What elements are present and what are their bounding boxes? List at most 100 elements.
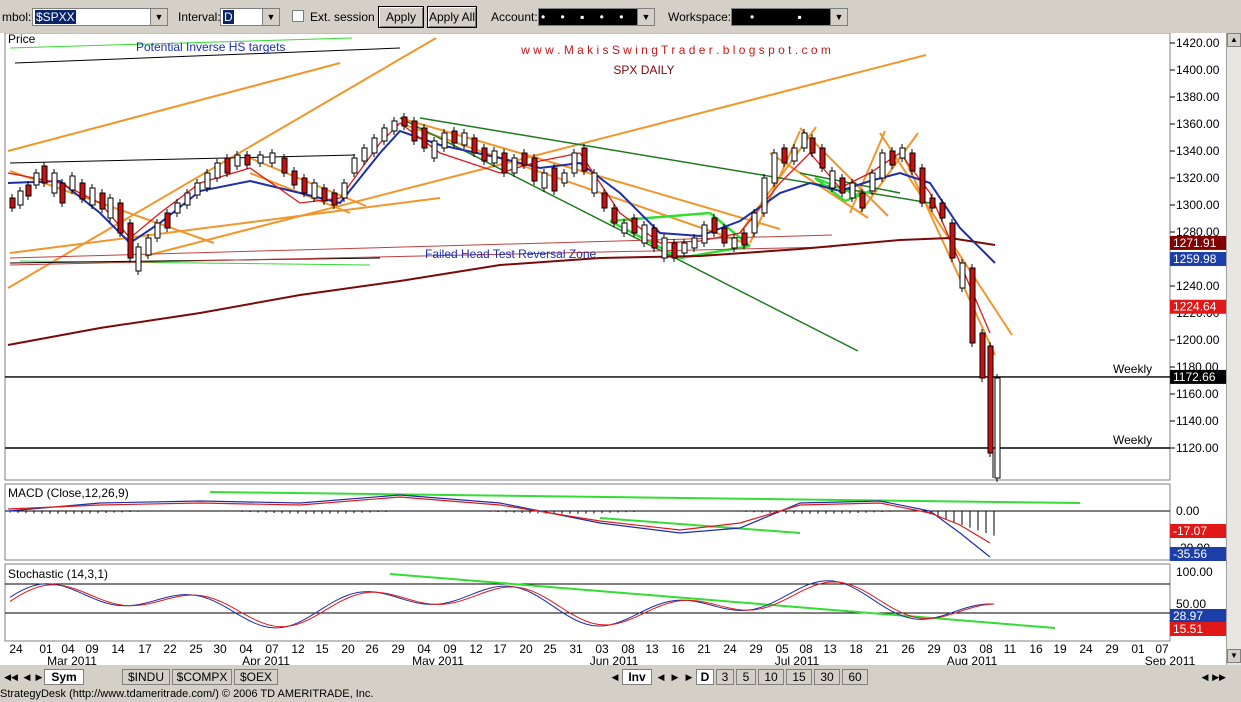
account-value[interactable]: • • ▪ • • [541, 9, 629, 25]
apply-button[interactable]: Apply [378, 6, 424, 28]
prev-icon[interactable]: ◀ [1198, 669, 1212, 685]
candle [341, 182, 348, 199]
candle [801, 132, 808, 149]
date-tick-label: 22 [163, 642, 177, 656]
stoch-badge: 15.51 [1173, 622, 1203, 636]
chart-area[interactable]: 1420.00 1400.00 1380.00 1360.00 1340.00 1320.… [0, 32, 1241, 668]
candle [929, 197, 936, 209]
macd-badge: -35.56 [1173, 547, 1207, 561]
candle [204, 172, 211, 189]
next-icon[interactable]: ▶▶ [1212, 669, 1226, 685]
next-icon[interactable]: ▶ [682, 669, 696, 685]
stochastic-panel[interactable] [4, 563, 1171, 642]
candle [59, 182, 66, 204]
candle [481, 147, 488, 162]
candle [281, 157, 288, 174]
scroll-down-icon[interactable]: ▼ [1227, 649, 1241, 663]
candle [979, 332, 986, 379]
interval-combo[interactable]: D ▼ [220, 8, 280, 26]
first-tab-icon[interactable]: ◀◀ [4, 669, 18, 685]
candle [234, 154, 241, 167]
next-icon[interactable]: ▶ [668, 669, 682, 685]
candle [174, 202, 181, 214]
account-label: Account: [491, 10, 538, 24]
candle [849, 182, 856, 199]
candle [401, 116, 408, 127]
tab-sym[interactable]: Sym [44, 669, 84, 685]
candle [879, 152, 886, 179]
candle [17, 190, 24, 206]
macd-panel[interactable] [4, 483, 1171, 561]
chevron-down-icon[interactable]: ▼ [830, 9, 847, 25]
candle [25, 184, 32, 197]
vertical-scrollbar[interactable]: ▲ ▼ [1226, 33, 1241, 665]
price-tick-label: 1140.00 [1176, 414, 1219, 428]
tab-interval-5[interactable]: 5 [736, 669, 756, 685]
tab-indu[interactable]: $INDU [122, 669, 170, 685]
chart-subtitle: SPX DAILY [613, 63, 674, 77]
tab-interval-15[interactable]: 15 [786, 669, 812, 685]
candle [491, 150, 498, 164]
account-combo[interactable]: • • ▪ • • ▼ [538, 8, 655, 26]
candle [994, 377, 1001, 479]
date-tick-label: 26 [365, 642, 379, 656]
candle [99, 192, 106, 210]
date-tick-label: 13 [823, 642, 837, 656]
candle [371, 137, 378, 154]
candle [331, 192, 338, 206]
tab-compx[interactable]: $COMPX [172, 669, 232, 685]
price-tick-label: 1400.00 [1176, 63, 1220, 77]
workspace-value[interactable]: • ▪ [750, 9, 822, 25]
candle [351, 157, 358, 174]
candle [451, 130, 458, 144]
candle [391, 120, 398, 132]
candle [361, 147, 368, 162]
tab-interval-10[interactable]: 10 [758, 669, 784, 685]
date-tick-label: 26 [901, 642, 915, 656]
tab-inv[interactable]: Inv [622, 669, 652, 685]
tab-interval-3[interactable]: 3 [716, 669, 734, 685]
candle [691, 237, 698, 249]
tab-interval-d[interactable]: D [696, 669, 714, 685]
candle [79, 182, 86, 200]
date-tick-label: 29 [391, 642, 405, 656]
candle [9, 197, 16, 209]
symbol-value[interactable]: $SPXX [35, 10, 76, 24]
chevron-down-icon[interactable]: ▼ [262, 9, 279, 25]
candle [244, 154, 251, 166]
tab-interval-60[interactable]: 60 [842, 669, 868, 685]
workspace-combo[interactable]: • ▪ ▼ [731, 8, 848, 26]
tab-oex[interactable]: $OEX [234, 669, 278, 685]
date-tick-label: 25 [189, 642, 203, 656]
prev-icon[interactable]: ◀ [608, 669, 622, 685]
date-tick-label: 14 [111, 642, 125, 656]
price-badge: 1259.98 [1173, 252, 1217, 266]
candle [919, 167, 926, 204]
candle [771, 152, 778, 184]
candle [819, 147, 826, 169]
stoch-tick-label: 100.00 [1176, 565, 1213, 579]
price-tick-label: 1380.00 [1176, 90, 1220, 104]
candle [731, 237, 738, 249]
candle [531, 157, 538, 182]
candle [41, 165, 48, 184]
date-tick-label: 16 [671, 642, 685, 656]
apply-all-button[interactable]: Apply All [427, 6, 477, 28]
stoch-badge: 28.97 [1173, 609, 1203, 623]
date-tick-label: 21 [697, 642, 711, 656]
chevron-down-icon[interactable]: ▼ [637, 9, 654, 25]
tab-interval-30[interactable]: 30 [814, 669, 840, 685]
candle [959, 262, 966, 289]
chevron-down-icon[interactable]: ▼ [150, 9, 167, 25]
chart-svg[interactable]: 1420.00 1400.00 1380.00 1360.00 1340.00 1320.… [0, 32, 1234, 668]
date-axis: 24 01 04 09 14 17 22 25 30 04 07 12 15 20 26 29 04 09 12 17… [9, 642, 1195, 668]
macd-badge: -17.07 [1173, 524, 1207, 538]
price-panel-label: Price [8, 33, 36, 46]
scroll-up-icon[interactable]: ▲ [1227, 33, 1241, 47]
ext-session-checkbox[interactable] [292, 10, 304, 22]
candle [257, 154, 264, 164]
interval-value[interactable]: D [223, 10, 234, 24]
candle [601, 192, 608, 209]
symbol-combo[interactable]: $SPXX ▼ [32, 8, 168, 26]
prev-icon[interactable]: ◀ [654, 669, 668, 685]
